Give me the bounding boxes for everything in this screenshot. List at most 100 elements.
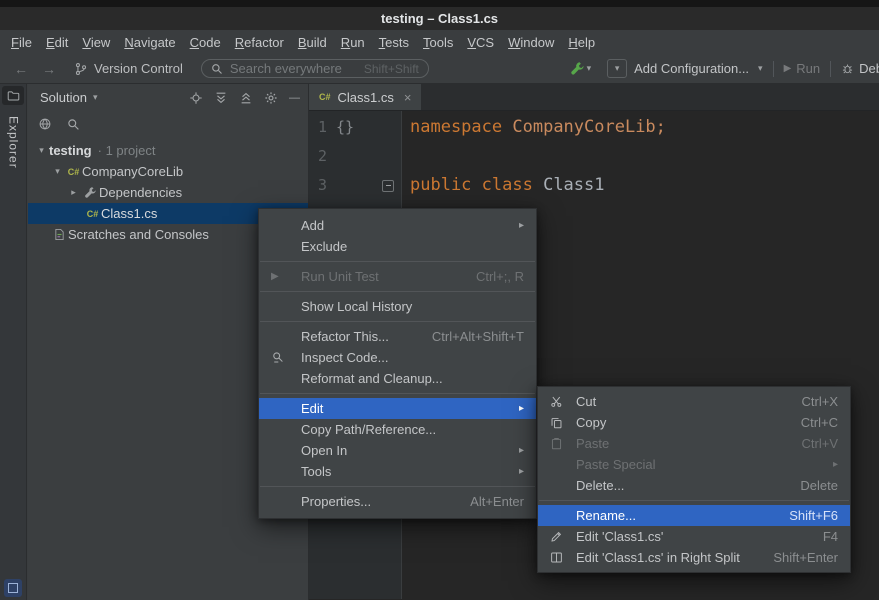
menu-build[interactable]: Build	[291, 32, 334, 53]
submenu-item-rename[interactable]: Rename... Shift+F6	[538, 505, 850, 526]
search-everywhere[interactable]: Search everywhere Shift+Shift	[201, 59, 429, 78]
context-menu: Add ▸ Exclude ▶ Run Unit Test Ctrl+;, R …	[258, 208, 537, 519]
titlebar[interactable]: testing – Class1.cs	[0, 7, 879, 30]
back-button[interactable]: ←	[14, 61, 28, 77]
menu-help[interactable]: Help	[561, 32, 602, 53]
submenu-item-cut[interactable]: Cut Ctrl+X	[538, 391, 850, 412]
submenu-item-paste-special[interactable]: Paste Special ▸	[538, 454, 850, 475]
bottom-tool-window-icon[interactable]	[4, 579, 22, 597]
bug-icon	[841, 62, 854, 75]
menu-navigate[interactable]: Navigate	[117, 32, 182, 53]
menu-item-inspect-code[interactable]: Inspect Code...	[259, 347, 536, 368]
wrench-tool-icon[interactable]	[570, 61, 585, 76]
menu-item-copy-path-reference[interactable]: Copy Path/Reference...	[259, 419, 536, 440]
tool-window-icon[interactable]	[2, 86, 24, 105]
menu-window[interactable]: Window	[501, 32, 561, 53]
menu-item-label: Rename...	[576, 508, 636, 523]
chevron-down-icon[interactable]: ▾	[50, 166, 65, 177]
menu-file[interactable]: File	[4, 32, 39, 53]
tree-row-dependencies[interactable]: ▸ Dependencies	[28, 182, 308, 203]
menu-item-reformat-and-cleanup[interactable]: Reformat and Cleanup...	[259, 368, 536, 389]
fold-marker-icon[interactable]	[382, 180, 394, 192]
collapse-all-icon[interactable]	[239, 91, 253, 105]
submenu-arrow-icon: ▸	[519, 466, 524, 477]
version-control-label: Version Control	[94, 61, 183, 76]
class-identifier: Class1	[543, 171, 604, 200]
locate-file-icon[interactable]	[189, 91, 203, 105]
menu-item-add[interactable]: Add ▸	[259, 215, 536, 236]
run-button[interactable]: ▶ Run	[784, 61, 821, 76]
wrench-dropdown-caret-icon[interactable]: ▾	[587, 63, 592, 74]
menu-item-run-unit-test[interactable]: ▶ Run Unit Test Ctrl+;, R	[259, 266, 536, 287]
submenu-item-delete[interactable]: Delete... Delete	[538, 475, 850, 496]
search-icon	[211, 63, 223, 75]
menu-separator	[260, 393, 535, 394]
rider-window: testing – Class1.cs File Edit View Navig…	[0, 0, 879, 600]
expand-all-icon[interactable]	[214, 91, 228, 105]
menu-tools[interactable]: Tools	[416, 32, 460, 53]
line-number[interactable]: 2	[318, 142, 327, 171]
braces-icon[interactable]: {}	[336, 113, 354, 142]
menu-item-properties[interactable]: Properties... Alt+Enter	[259, 491, 536, 512]
sidebar-tab-explorer[interactable]: Explorer	[0, 110, 27, 175]
find-in-panel-icon[interactable]	[67, 118, 80, 131]
tree-row-solution-root[interactable]: ▾ testing · 1 project	[28, 140, 308, 161]
panel-header-icons: —	[189, 91, 300, 105]
class1-file-label: Class1.cs	[101, 206, 157, 221]
chevron-down-icon[interactable]: ▾	[34, 145, 49, 156]
submenu-item-copy[interactable]: Copy Ctrl+C	[538, 412, 850, 433]
hide-panel-icon[interactable]: —	[289, 92, 300, 104]
menu-tests[interactable]: Tests	[372, 32, 416, 53]
menu-code[interactable]: Code	[183, 32, 228, 53]
run-configuration-combo[interactable]: ▾ Add Configuration... ▾	[607, 59, 762, 78]
menu-item-label: Paste	[576, 436, 609, 451]
menu-shortcut: F4	[795, 529, 838, 544]
menu-item-edit[interactable]: Edit ▸	[259, 398, 536, 419]
menu-view[interactable]: View	[75, 32, 117, 53]
solution-caret-icon[interactable]: ▾	[93, 92, 98, 103]
menu-edit[interactable]: Edit	[39, 32, 75, 53]
scratches-label: Scratches and Consoles	[68, 227, 209, 242]
chevron-right-icon[interactable]: ▸	[66, 187, 81, 198]
forward-button[interactable]: →	[42, 61, 56, 77]
menu-item-open-in[interactable]: Open In ▸	[259, 440, 536, 461]
run-play-icon: ▶	[784, 63, 792, 74]
version-control-widget[interactable]: Version Control	[74, 61, 183, 76]
configuration-chevron-icon[interactable]: ▾	[607, 59, 627, 78]
tab-class1[interactable]: C# Class1.cs ×	[309, 84, 421, 110]
menu-shortcut: Shift+F6	[761, 508, 838, 523]
solution-view-selector[interactable]: Solution	[40, 90, 87, 105]
menu-item-refactor-this[interactable]: Refactor This... Ctrl+Alt+Shift+T	[259, 326, 536, 347]
line-number[interactable]: 3	[318, 171, 327, 200]
edit-submenu: Cut Ctrl+X Copy Ctrl+C Paste Ctrl+V Past…	[537, 386, 851, 573]
menu-vcs[interactable]: VCS	[460, 32, 501, 53]
submenu-item-paste[interactable]: Paste Ctrl+V	[538, 433, 850, 454]
code-line-1: namespace CompanyCoreLib;	[402, 113, 879, 142]
dependencies-label: Dependencies	[99, 185, 182, 200]
close-tab-icon[interactable]: ×	[404, 90, 412, 105]
menu-refactor[interactable]: Refactor	[228, 32, 291, 53]
menu-run[interactable]: Run	[334, 32, 372, 53]
line-number[interactable]: 1	[318, 113, 327, 142]
menu-item-label: Refactor This...	[301, 329, 389, 344]
submenu-item-edit-right-split[interactable]: Edit 'Class1.cs' in Right Split Shift+En…	[538, 547, 850, 568]
menu-item-show-local-history[interactable]: Show Local History	[259, 296, 536, 317]
run-label: Run	[796, 61, 820, 76]
panel-toolbar	[28, 111, 308, 137]
submenu-arrow-icon: ▸	[519, 445, 524, 456]
submenu-item-edit-file[interactable]: Edit 'Class1.cs' F4	[538, 526, 850, 547]
inspect-code-icon	[271, 351, 293, 364]
debug-button[interactable]: Deb	[841, 61, 879, 76]
gutter-line-3: 3	[309, 171, 401, 200]
menu-item-exclude[interactable]: Exclude	[259, 236, 536, 257]
menu-item-tools[interactable]: Tools ▸	[259, 461, 536, 482]
split-right-icon	[550, 551, 570, 564]
menu-item-label: Inspect Code...	[301, 350, 388, 365]
menu-item-label: Edit	[301, 401, 323, 416]
globe-icon[interactable]	[38, 117, 52, 131]
gear-icon[interactable]	[264, 91, 278, 105]
tree-row-project[interactable]: ▾ C# CompanyCoreLib	[28, 161, 308, 182]
submenu-arrow-icon: ▸	[519, 403, 524, 414]
paste-icon	[550, 437, 570, 450]
pencil-icon	[550, 530, 570, 543]
